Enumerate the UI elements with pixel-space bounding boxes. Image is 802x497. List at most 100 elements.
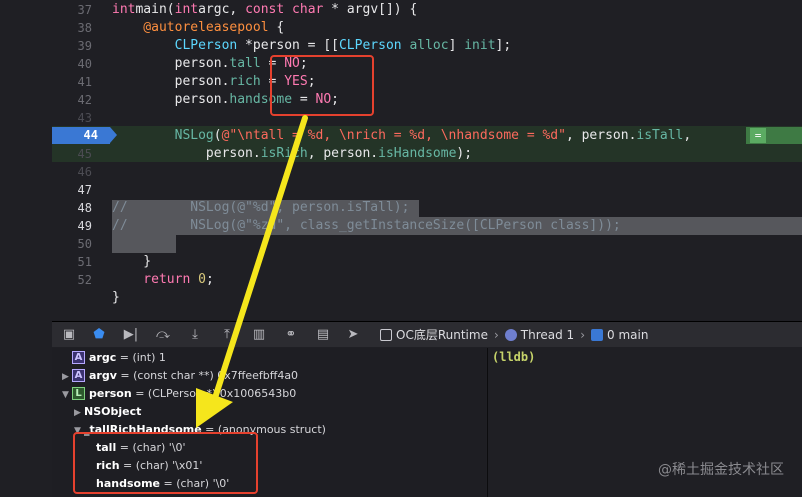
step-into-icon[interactable]: ⤓ [186, 326, 204, 344]
code-line-44[interactable]: NSLog(@"\ntall = %d, \nrich = %d, \nhand… [112, 127, 692, 145]
annotation-box-assignments [270, 55, 374, 116]
line-number[interactable]: 39 [40, 37, 92, 55]
code-token: , [683, 128, 692, 143]
view-hierarchy-icon[interactable]: ▥ [250, 326, 268, 344]
breadcrumb-process[interactable]: OC底层Runtime [380, 326, 488, 344]
console-output-badge[interactable]: = [746, 127, 802, 144]
code-token: // NSLog(@"%zd", class_getInstanceSize([… [112, 218, 621, 233]
code-token: alloc [409, 38, 449, 53]
disclosure-collapsed-icon[interactable]: ▶ [62, 368, 72, 386]
variable-name: NSObject [84, 405, 142, 418]
variable-row[interactable]: ▶ Aargv = (const char **) 0x7ffeefbff4a0 [62, 367, 298, 385]
code-token: *person = [[ [237, 38, 339, 53]
code-line-47[interactable]: // NSLog(@"%d", person.isTall); [112, 199, 409, 217]
line-number[interactable]: 47 [40, 181, 92, 199]
line-number[interactable]: 37 [40, 1, 92, 19]
code-line-48[interactable]: // NSLog(@"%zd", class_getInstanceSize([… [112, 217, 621, 235]
line-number[interactable]: 40 [40, 55, 92, 73]
line-number[interactable]: 52 [40, 271, 92, 289]
selection-highlight [112, 235, 176, 253]
code-token: // NSLog(@"%d", person.isTall); [112, 200, 410, 215]
code-token: person. [112, 74, 230, 89]
code-line-38[interactable]: @autoreleasepool { [112, 19, 284, 37]
line-number[interactable]: 38 [40, 19, 92, 37]
code-token: , person. [307, 146, 379, 161]
code-token: int [112, 2, 136, 17]
local-variable-icon: L [72, 387, 85, 400]
code-token: } [112, 290, 120, 305]
environment-overrides-icon[interactable]: ▤ [314, 326, 332, 344]
continue-icon[interactable]: ▶| [122, 326, 140, 344]
chevron-right-icon: › [580, 328, 585, 342]
line-number[interactable]: 51 [40, 253, 92, 271]
code-token: main( [135, 2, 175, 17]
breakpoint-line-number: 44 [83, 128, 98, 142]
code-line-50[interactable]: } [112, 253, 151, 271]
line-number[interactable]: 50 [40, 235, 92, 253]
line-number[interactable]: 48 [40, 199, 92, 217]
code-token: argc, [198, 2, 246, 17]
code-token: ); [456, 146, 473, 161]
argument-icon: A [72, 351, 85, 364]
code-token: person. [112, 92, 230, 107]
code-token: ]; [495, 38, 512, 53]
code-token: ; [205, 272, 214, 287]
variable-row[interactable]: ▶ NSObject [74, 403, 141, 421]
line-number[interactable]: 42 [40, 91, 92, 109]
code-token: tall [229, 56, 261, 71]
code-token: CLPerson [112, 38, 238, 53]
variable-row[interactable]: Aargc = (int) 1 [62, 349, 166, 367]
breakpoints-toggle-icon[interactable]: ⬟ [90, 326, 108, 344]
code-token: ] [448, 38, 465, 53]
code-token: char [284, 2, 324, 17]
code-token: init [464, 38, 496, 53]
step-over-icon[interactable]: ⤼ [154, 326, 172, 344]
line-number[interactable]: 49 [40, 217, 92, 235]
code-token: rich [229, 74, 261, 89]
watermark: @稀土掘金技术社区 [658, 462, 784, 478]
line-number[interactable]: 45 [40, 145, 92, 163]
variable-name: argc [89, 351, 117, 364]
step-out-icon[interactable]: ⤒ [218, 326, 236, 344]
disclosure-collapsed-icon[interactable]: ▶ [74, 404, 84, 422]
code-token: return [112, 272, 191, 287]
lldb-console[interactable]: (lldb) @稀土掘金技术社区 [487, 348, 802, 497]
code-token: @"\ntall = %d, \nrich = %d, \nhandsome =… [221, 128, 566, 143]
code-token: const [245, 2, 285, 17]
line-number[interactable]: 46 [40, 163, 92, 181]
simulate-location-icon[interactable]: ➤ [344, 326, 362, 344]
debug-toolbar: ▣ ⬟ ▶| ⤼ ⤓ ⤒ ▥ ⚭ ▤ ➤ OC底层Runtime › Thread … [52, 321, 802, 347]
breadcrumb-frame[interactable]: 0 main [591, 326, 648, 344]
line-number-gutter[interactable]: 37 38 39 40 41 42 43 45 46 47 48 49 50 51 52 [0, 0, 104, 321]
code-token: isTall [636, 128, 684, 143]
argument-icon: A [72, 369, 85, 382]
code-token: @autoreleasepool [112, 20, 269, 35]
code-token: person. [112, 146, 261, 161]
app-icon [380, 329, 392, 341]
variable-value: = (CLPerson *) 0x1006543b0 [131, 387, 297, 400]
lldb-prompt: (lldb) [492, 350, 536, 364]
code-editor[interactable]: 37 38 39 40 41 42 43 45 46 47 48 49 50 51 52 44 intmai… [0, 0, 802, 321]
line-number[interactable]: 41 [40, 73, 92, 91]
memory-graph-icon[interactable]: ⚭ [282, 326, 300, 344]
code-token: * argv[]) { [323, 2, 418, 17]
breakpoint-marker[interactable]: 44 [52, 127, 117, 144]
code-token: person. [112, 56, 230, 71]
code-token: int [174, 2, 199, 17]
breadcrumb-thread[interactable]: Thread 1 [504, 326, 574, 344]
code-token: 0 [198, 272, 206, 287]
code-token: ( [213, 128, 222, 143]
line-number[interactable]: 43 [40, 109, 92, 127]
variable-row[interactable]: ▼ Lperson = (CLPerson *) 0x1006543b0 [62, 385, 296, 403]
code-token: NSLog [112, 128, 214, 143]
hide-debug-area-icon[interactable]: ▣ [60, 326, 78, 344]
code-token: isRich [260, 146, 308, 161]
code-line-39[interactable]: CLPerson *person = [[CLPerson alloc] ini… [112, 37, 512, 55]
code-token: , person. [565, 128, 637, 143]
code-line-52[interactable]: } [112, 289, 120, 307]
disclosure-expanded-icon[interactable]: ▼ [62, 386, 72, 404]
code-line-37[interactable]: intmain(intargc, const char * argv[]) { [112, 1, 417, 19]
code-line-51[interactable]: return 0; [112, 271, 214, 289]
code-line-44-cont[interactable]: person.isRich, person.isHandsome); [112, 145, 472, 163]
